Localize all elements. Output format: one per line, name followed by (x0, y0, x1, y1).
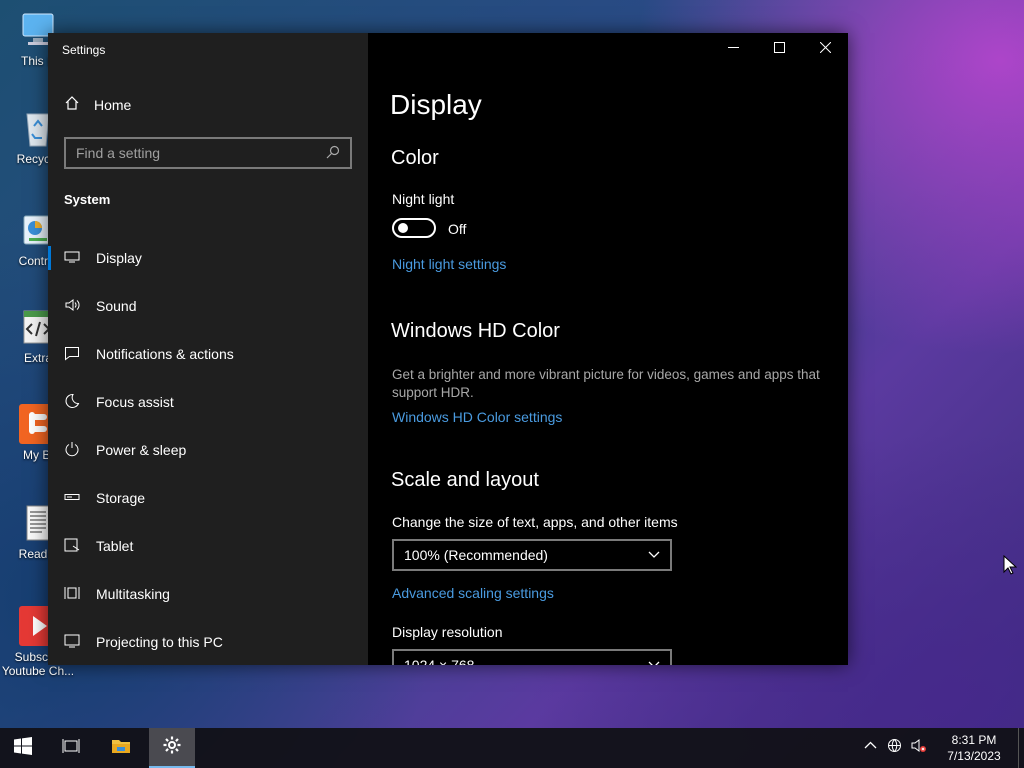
file-explorer-button[interactable] (98, 728, 144, 768)
toggle-knob (398, 223, 408, 233)
sidebar-item-label: Projecting to this PC (96, 634, 223, 650)
sidebar-item-storage[interactable]: Storage (48, 474, 368, 522)
group-label-system: System (64, 192, 111, 207)
speaker-icon (64, 297, 80, 316)
sidebar-item-label: Multitasking (96, 586, 170, 602)
section-heading-scale: Scale and layout (391, 469, 539, 491)
sidebar-nav: Display Sound Notifications & actions Fo… (48, 234, 368, 665)
resolution-label: Display resolution (392, 624, 503, 640)
close-icon (819, 40, 831, 58)
chevron-up-icon (863, 738, 878, 758)
sidebar-item-sound[interactable]: Sound (48, 282, 368, 330)
show-hidden-icons-button[interactable] (858, 728, 882, 768)
section-heading-hd-color: Windows HD Color (391, 320, 560, 342)
sidebar-item-power-sleep[interactable]: Power & sleep (48, 426, 368, 474)
settings-window: Settings Home Find a setting System Disp… (48, 33, 848, 665)
close-button[interactable] (802, 33, 848, 65)
show-desktop-button[interactable] (1018, 728, 1024, 768)
resolution-dropdown-value: 1024 × 768 (404, 657, 475, 665)
gear-icon (162, 735, 182, 760)
scale-dropdown[interactable]: 100% (Recommended) (392, 539, 672, 571)
monitor-icon (64, 249, 80, 268)
clock-date: 7/13/2023 (947, 749, 1001, 763)
hd-color-settings-link[interactable]: Windows HD Color settings (392, 409, 562, 425)
maximize-button[interactable] (756, 33, 802, 65)
window-title: Settings (62, 43, 106, 57)
minimize-icon (727, 40, 739, 58)
mouse-cursor-icon (1003, 554, 1018, 575)
sidebar-item-focus-assist[interactable]: Focus assist (48, 378, 368, 426)
settings-taskbar-button[interactable] (149, 728, 195, 768)
advanced-scaling-link[interactable]: Advanced scaling settings (392, 585, 554, 601)
sidebar-item-label: Sound (96, 298, 137, 314)
projecting-icon (64, 633, 80, 652)
night-light-label: Night light (392, 191, 455, 207)
scale-label: Change the size of text, apps, and other… (392, 514, 678, 530)
chevron-down-icon (648, 547, 660, 563)
volume-muted-icon (911, 738, 926, 758)
search-icon (326, 145, 340, 162)
folder-icon (111, 736, 131, 761)
scale-dropdown-value: 100% (Recommended) (404, 547, 548, 563)
page-title: Display (390, 89, 482, 120)
sidebar-item-label: Tablet (96, 538, 134, 554)
power-icon (64, 441, 80, 460)
window-controls (710, 33, 848, 65)
home-label: Home (94, 96, 132, 113)
taskbar: 8:31 PM 7/13/2023 (0, 728, 1024, 768)
night-light-toggle[interactable] (392, 218, 436, 238)
sidebar-item-multitasking[interactable]: Multitasking (48, 570, 368, 618)
home-nav-item[interactable]: Home (64, 95, 131, 114)
sidebar-item-label: Storage (96, 490, 146, 506)
sidebar-item-tablet[interactable]: Tablet (48, 522, 368, 570)
sidebar-item-projecting[interactable]: Projecting to this PC (48, 618, 368, 665)
task-view-icon (61, 736, 81, 761)
task-view-button[interactable] (48, 728, 94, 768)
sidebar-item-notifications[interactable]: Notifications & actions (48, 330, 368, 378)
desktop-icon-label-line2: Youtube Ch... (1, 664, 75, 678)
sidebar: Settings Home Find a setting System Disp… (48, 33, 368, 665)
globe-icon (887, 738, 902, 758)
notification-icon (64, 345, 80, 364)
sidebar-item-label: Power & sleep (96, 442, 187, 458)
search-placeholder: Find a setting (76, 145, 161, 161)
sidebar-item-label: Notifications & actions (96, 346, 234, 362)
moon-icon (64, 393, 80, 412)
sidebar-item-label: Focus assist (96, 394, 174, 410)
night-light-settings-link[interactable]: Night light settings (392, 256, 506, 272)
home-icon (64, 95, 80, 114)
hd-color-description: Get a brighter and more vibrant picture … (392, 367, 820, 400)
taskbar-clock[interactable]: 8:31 PM 7/13/2023 (930, 732, 1018, 764)
windows-logo-icon (13, 736, 33, 761)
maximize-icon (773, 40, 785, 58)
network-button[interactable] (882, 728, 906, 768)
storage-icon (64, 489, 80, 508)
section-heading-color: Color (391, 147, 439, 169)
clock-time: 8:31 PM (951, 733, 997, 747)
volume-button[interactable] (906, 728, 930, 768)
start-button[interactable] (0, 728, 46, 768)
night-light-state: Off (448, 221, 467, 237)
resolution-dropdown[interactable]: 1024 × 768 (392, 649, 672, 665)
search-input[interactable]: Find a setting (64, 137, 352, 169)
system-tray: 8:31 PM 7/13/2023 (858, 728, 1024, 768)
minimize-button[interactable] (710, 33, 756, 65)
content-pane: Display Color Night light Off Night ligh… (368, 33, 848, 665)
sidebar-item-label: Display (96, 250, 142, 266)
sidebar-item-display[interactable]: Display (48, 234, 368, 282)
tablet-icon (64, 537, 80, 556)
chevron-down-icon (648, 657, 660, 665)
multitasking-icon (64, 585, 80, 604)
